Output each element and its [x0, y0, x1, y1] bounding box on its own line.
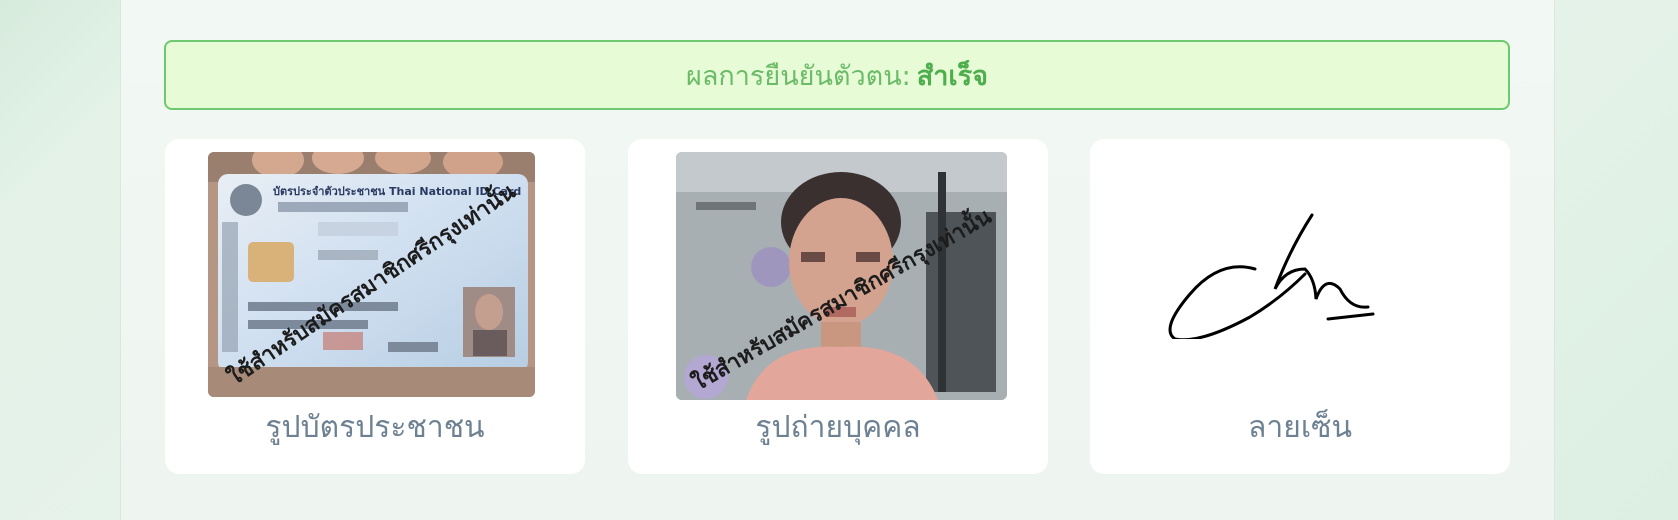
signature-label: ลายเซ็น: [1248, 410, 1352, 445]
id-card-image[interactable]: บัตรประจำตัวประชาชน Thai National ID Car…: [208, 152, 535, 397]
person-photo-image[interactable]: ใช้สำหรับสมัครสมาชิกศรีกรุงเท่านั้น: [676, 152, 1007, 400]
verification-result-banner: ผลการยืนยันตัวตน: สำเร็จ: [164, 40, 1510, 110]
person-photo-card[interactable]: ใช้สำหรับสมัครสมาชิกศรีกรุงเท่านั้น รูปถ…: [628, 139, 1048, 474]
person-photo-label: รูปถ่ายบุคคล: [755, 410, 921, 445]
id-card-photo-label: รูปบัตรประชาชน: [265, 410, 485, 445]
id-card-photo-card[interactable]: บัตรประจำตัวประชาชน Thai National ID Car…: [165, 139, 585, 474]
signature-image[interactable]: [1140, 189, 1470, 339]
verification-result-label: ผลการยืนยันตัวตน:: [686, 60, 911, 92]
signature-card[interactable]: ลายเซ็น: [1090, 139, 1510, 474]
verification-status: สำเร็จ: [916, 60, 988, 92]
